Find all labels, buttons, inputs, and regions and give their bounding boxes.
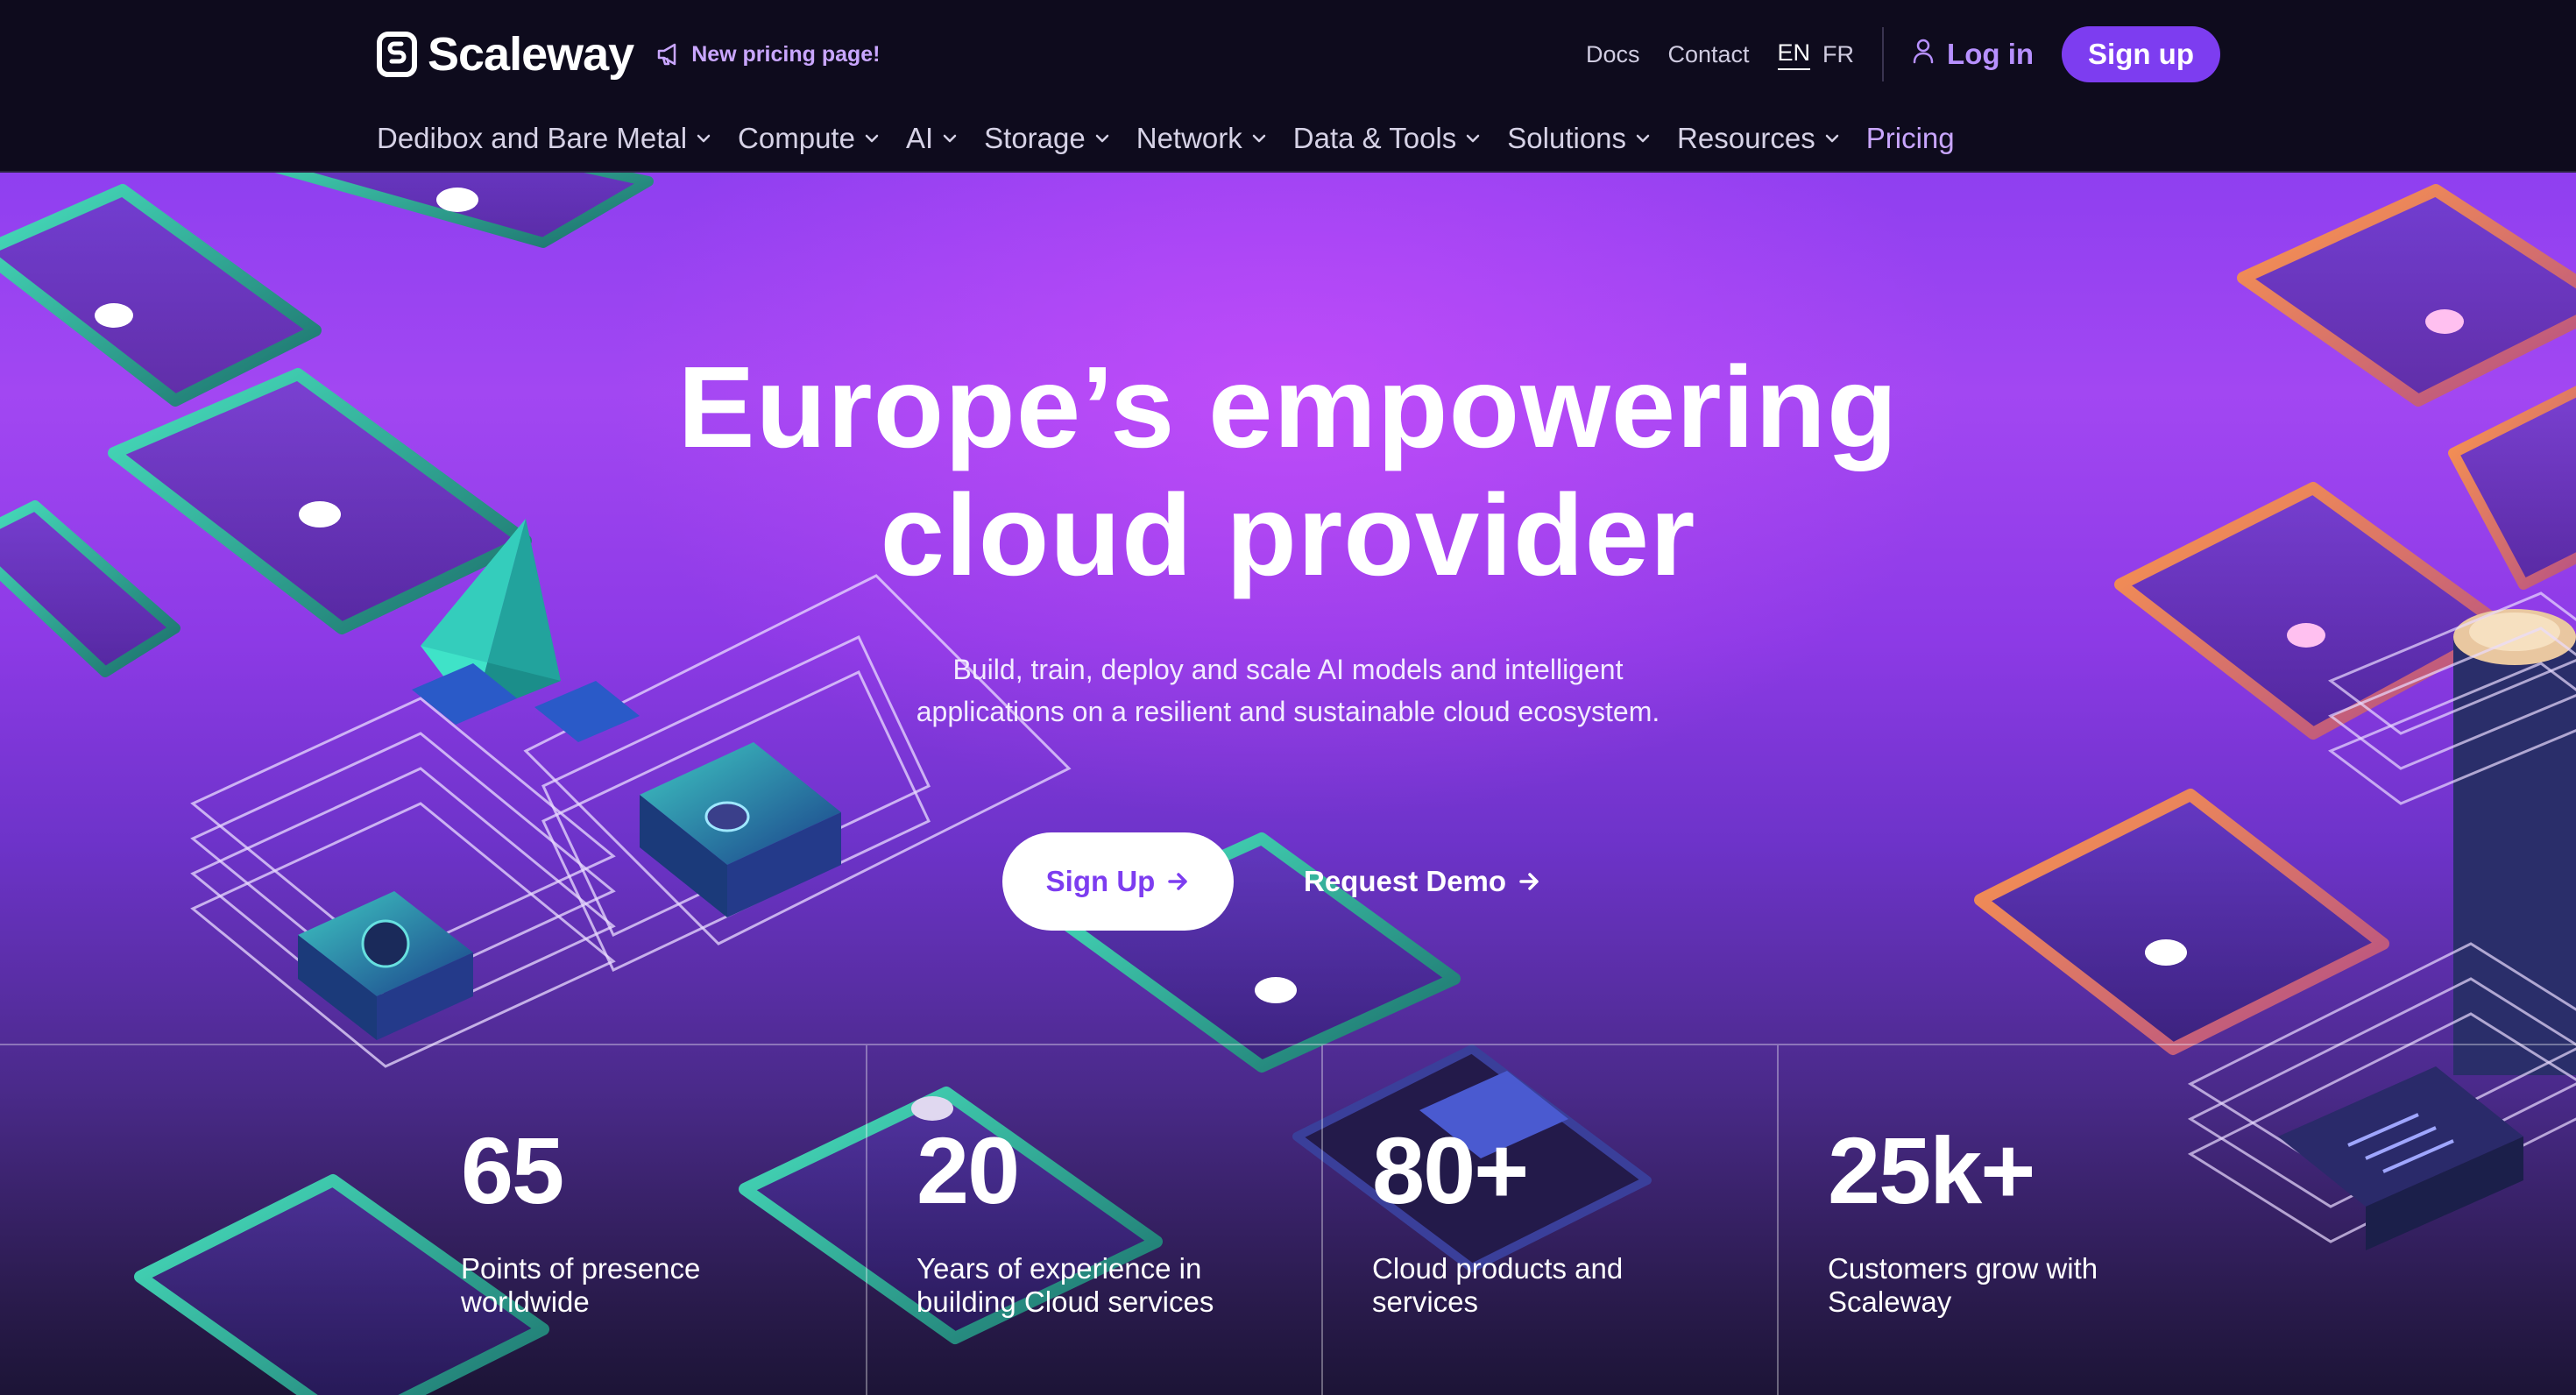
nav-item-dedibox[interactable]: Dedibox and Bare Metal [377,122,711,155]
hero-title: Europe’s empowering cloud provider [0,343,2576,599]
megaphone-icon [656,42,683,67]
hero-signup-label: Sign Up [1045,865,1156,897]
stat-value: 80+ [1372,1117,1529,1223]
hero-cta-row: Sign Up Request Demo [1002,832,1541,931]
main-nav: Dedibox and Bare Metal Compute AI Storag… [377,114,1981,163]
chevron-down-icon [1094,133,1110,144]
nav-item-label: Compute [738,122,855,154]
chevron-down-icon [1465,133,1481,144]
site-header: Scaleway New pricing page! Docs Contact [0,0,2576,173]
hero-signup-button[interactable]: Sign Up [1002,832,1234,931]
stat-label: Points of presence worldwide [461,1252,701,1318]
brand-name: Scaleway [428,28,634,81]
docs-link[interactable]: Docs [1586,41,1640,68]
lang-fr[interactable]: FR [1822,41,1854,68]
language-switcher: EN FR [1777,39,1854,70]
nav-item-pricing[interactable]: Pricing [1866,122,1955,155]
stat-customers: 25k+ Customers grow with Scaleway [1777,1045,2233,1395]
left-tile-3 [274,173,654,248]
stats-row: 65 Points of presence worldwide 20 Years… [0,1044,2576,1395]
nav-item-label: Network [1136,122,1242,154]
arrow-right-icon [1167,871,1190,892]
contact-link[interactable]: Contact [1667,41,1749,68]
page: Scaleway New pricing page! Docs Contact [0,0,2576,1395]
chevron-down-icon [1635,133,1651,144]
stat-years-experience: 20 Years of experience in building Cloud… [866,1045,1321,1395]
logo-link[interactable]: Scaleway [377,27,634,81]
nav-item-data-tools[interactable]: Data & Tools [1293,122,1482,155]
stat-points-of-presence: 65 Points of presence worldwide [412,1045,866,1395]
promo-link[interactable]: New pricing page! [656,41,881,67]
arrow-right-icon [1518,871,1541,892]
hero-section: Europe’s empowering cloud provider Build… [0,173,2576,1395]
nav-item-label: Dedibox and Bare Metal [377,122,688,154]
hero-title-line-2: cloud provider [880,471,1696,599]
header-divider [1882,27,1885,81]
promo-label: New pricing page! [691,41,881,67]
nav-item-label: Storage [984,122,1086,154]
right-tile-3 [1974,789,2389,1055]
stat-label: Cloud products and services [1372,1252,1624,1318]
top-bar: Scaleway New pricing page! Docs Contact [377,25,2220,84]
top-actions: Docs Contact EN FR Log in Sign up [1558,26,2220,82]
stat-value: 20 [916,1117,1020,1223]
nav-item-storage[interactable]: Storage [984,122,1110,155]
request-demo-label: Request Demo [1304,865,1507,897]
nav-item-compute[interactable]: Compute [738,122,880,155]
nav-item-ai[interactable]: AI [906,122,958,155]
chip-center [640,742,841,917]
chevron-down-icon [942,133,958,144]
signup-button[interactable]: Sign up [2062,26,2220,82]
login-label: Log in [1947,38,2035,70]
nav-item-label: Data & Tools [1292,122,1457,154]
chevron-down-icon [1824,133,1840,144]
nav-item-resources[interactable]: Resources [1677,122,1840,155]
nav-item-solutions[interactable]: Solutions [1507,122,1651,155]
stat-label: Years of experience in building Cloud se… [916,1252,1214,1318]
stat-cloud-products: 80+ Cloud products and services [1321,1045,1777,1395]
scaleway-logo-icon [377,32,417,77]
nav-item-label: Solutions [1507,122,1627,154]
stat-value: 65 [461,1117,564,1223]
user-icon [1912,38,1935,71]
nav-item-network[interactable]: Network [1136,122,1267,155]
hero-title-line-1: Europe’s empowering [677,343,1899,471]
chevron-down-icon [864,133,880,144]
brand-area: Scaleway New pricing page! [377,27,881,81]
stat-label: Customers grow with Scaleway [1828,1252,2098,1318]
nav-item-label: AI [905,122,934,154]
lang-en[interactable]: EN [1777,39,1811,70]
stat-value: 25k+ [1828,1117,2035,1223]
login-link[interactable]: Log in [1912,38,2034,71]
nav-item-label: Resources [1677,122,1815,154]
chevron-down-icon [696,133,711,144]
hero-subtitle: Build, train, deploy and scale AI models… [916,654,1660,727]
request-demo-link[interactable]: Request Demo [1304,865,1541,898]
chevron-down-icon [1251,133,1267,144]
